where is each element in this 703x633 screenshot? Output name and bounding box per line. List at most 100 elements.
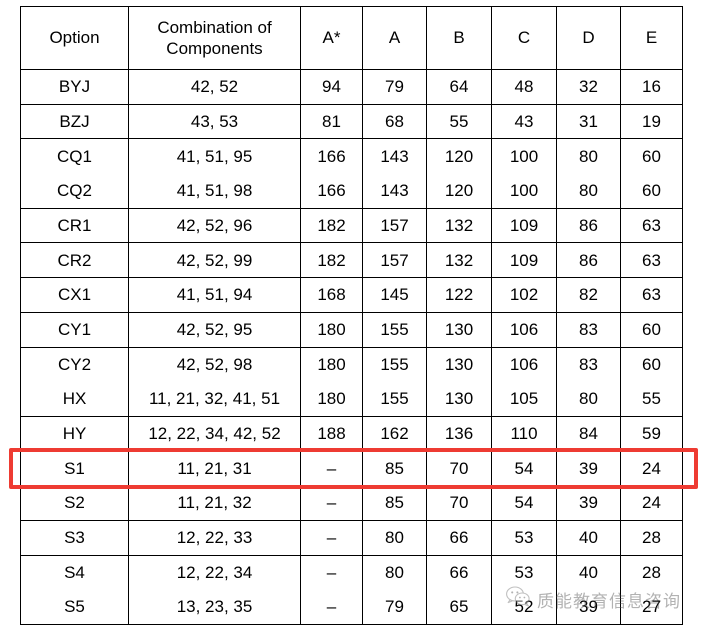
cell-b: 120 [426, 173, 492, 209]
cell-a: 145 [362, 277, 427, 313]
cell-a-star: 166 [300, 138, 363, 174]
cell-c: 54 [491, 450, 557, 486]
cell-c: 43 [491, 103, 557, 139]
column-header-a: A [362, 6, 427, 70]
cell-e: 55 [620, 381, 683, 417]
cell-a: 85 [362, 450, 427, 486]
cell-option: CQ2 [20, 173, 129, 209]
table-row: CR1 42, 52, 96 182 157 132 109 86 63 [20, 207, 683, 243]
cell-a: 162 [362, 415, 427, 452]
cell-a-star: 188 [300, 415, 363, 452]
cell-a: 79 [362, 589, 427, 625]
cell-d: 31 [556, 103, 621, 139]
column-header-option: Option [20, 6, 129, 70]
column-header-b: B [426, 6, 492, 70]
table-row: BZJ 43, 53 81 68 55 43 31 19 [20, 103, 683, 139]
cell-combination: 42, 52, 96 [128, 207, 301, 243]
cell-d: 39 [556, 450, 621, 486]
cell-d: 40 [556, 519, 621, 556]
cell-e: 24 [620, 450, 683, 486]
cell-e: 63 [620, 277, 683, 313]
cell-c: 100 [491, 173, 557, 209]
cell-option: CR2 [20, 242, 129, 278]
cell-combination: 13, 23, 35 [128, 589, 301, 625]
cell-a: 85 [362, 485, 427, 521]
cell-option: CR1 [20, 207, 129, 243]
cell-combination: 11, 21, 32 [128, 485, 301, 521]
cell-c: 102 [491, 277, 557, 313]
cell-b: 70 [426, 485, 492, 521]
cell-a: 80 [362, 519, 427, 556]
cell-c: 109 [491, 207, 557, 243]
cell-a: 80 [362, 554, 427, 590]
cell-e: 60 [620, 173, 683, 209]
cell-e: 60 [620, 346, 683, 382]
component-combination-table: Option Combination of Components A* A B … [20, 6, 683, 625]
cell-e: 60 [620, 311, 683, 347]
table-row: S3 12, 22, 33–80 66 53 40 28 [20, 519, 683, 556]
cell-b: 130 [426, 346, 492, 382]
cell-c: 53 [491, 519, 557, 556]
cell-option: CY1 [20, 311, 129, 347]
cell-d: 84 [556, 415, 621, 452]
cell-c: 48 [491, 69, 557, 105]
spec-table-container: Option Combination of Components A* A B … [8, 6, 698, 625]
column-header-d: D [556, 6, 621, 70]
cell-a: 79 [362, 69, 427, 105]
column-header-combination: Combination of Components [128, 6, 301, 70]
table-header-row: Option Combination of Components A* A B … [20, 6, 683, 70]
cell-d: 80 [556, 138, 621, 174]
cell-c: 109 [491, 242, 557, 278]
cell-a-star: 180 [300, 381, 363, 417]
cell-e: 59 [620, 415, 683, 452]
cell-b: 130 [426, 311, 492, 347]
cell-combination: 12, 22, 34 [128, 554, 301, 590]
cell-option: HY [20, 415, 129, 452]
column-header-c: C [491, 6, 557, 70]
cell-e: 28 [620, 519, 683, 556]
cell-c: 53 [491, 554, 557, 590]
table-header: Option Combination of Components A* A B … [20, 6, 683, 70]
cell-b: 65 [426, 589, 492, 625]
cell-a: 143 [362, 138, 427, 174]
cell-c: 110 [491, 415, 557, 452]
cell-option: S4 [20, 554, 129, 590]
table-row: CQ1 41, 51, 95 166 143 120 100 80 60 [20, 138, 683, 174]
cell-option: S3 [20, 519, 129, 556]
cell-b: 66 [426, 554, 492, 590]
cell-combination: 42, 52 [128, 69, 301, 105]
cell-b: 136 [426, 415, 492, 452]
table-row: BYJ 42, 52 94 79 64 48 32 16 [20, 69, 683, 105]
cell-b: 132 [426, 242, 492, 278]
cell-option: CY2 [20, 346, 129, 382]
cell-option: CQ1 [20, 138, 129, 174]
cell-a-star: 182 [300, 207, 363, 243]
cell-combination: 12, 22, 34, 42, 52 [128, 415, 301, 452]
table-row: CR2 42, 52, 99 182 157 132 109 86 63 [20, 242, 683, 278]
cell-combination: 41, 51, 94 [128, 277, 301, 313]
table-body: BYJ 42, 52 94 79 64 48 32 16 BZJ 43, 53 81 68 55 43 31… [20, 69, 683, 625]
cell-a-star: 180 [300, 346, 363, 382]
table-row: CX1 41, 51, 94 168 145 122 102 82 63 [20, 277, 683, 313]
cell-b: 122 [426, 277, 492, 313]
cell-combination: 11, 21, 32, 41, 51 [128, 381, 301, 417]
cell-a: 68 [362, 103, 427, 139]
cell-option: BYJ [20, 69, 129, 105]
cell-e: 63 [620, 207, 683, 243]
cell-a: 157 [362, 207, 427, 243]
cell-option: HX [20, 381, 129, 417]
cell-b: 66 [426, 519, 492, 556]
cell-e: 19 [620, 103, 683, 139]
table-row: S4 12, 22, 34–80 66 53 40 28 [20, 554, 683, 590]
cell-a-star: 166 [300, 173, 363, 209]
cell-a-star: – [300, 589, 363, 625]
cell-c: 52 [491, 589, 557, 625]
cell-a: 155 [362, 311, 427, 347]
cell-d: 32 [556, 69, 621, 105]
table-row: S5 13, 23, 35–79 65 52 39 27 [20, 589, 683, 625]
cell-a-star: 94 [300, 69, 363, 105]
cell-option: S2 [20, 485, 129, 521]
cell-c: 54 [491, 485, 557, 521]
cell-b: 64 [426, 69, 492, 105]
cell-e: 27 [620, 589, 683, 625]
